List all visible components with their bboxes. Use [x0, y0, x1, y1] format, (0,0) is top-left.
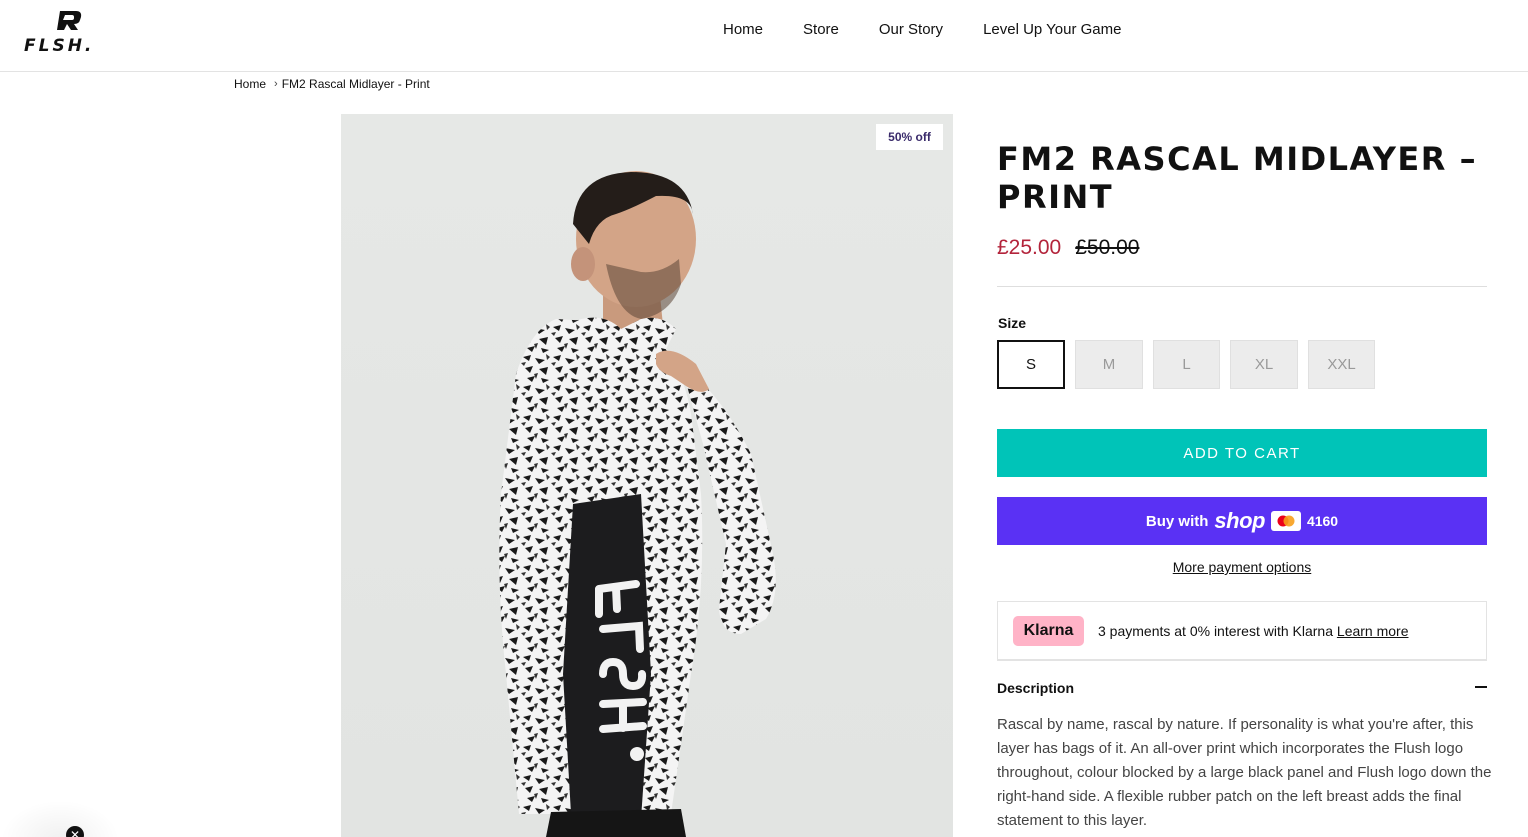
logo-wordmark: FLSH.: [24, 36, 95, 56]
nav-home[interactable]: Home: [723, 21, 763, 39]
breadcrumb: Home › FM2 Rascal Midlayer - Print: [234, 77, 430, 91]
size-option-xxl[interactable]: XXL: [1308, 340, 1375, 389]
size-option-xl[interactable]: XL: [1230, 340, 1298, 389]
card-digits: 4160: [1306, 513, 1339, 529]
breadcrumb-current: FM2 Rascal Midlayer - Print: [281, 77, 430, 91]
description-heading[interactable]: Description: [997, 680, 1074, 696]
divider: [997, 286, 1487, 287]
add-to-cart-button[interactable]: ADD TO CART: [997, 429, 1487, 477]
klarna-learn-more-link[interactable]: Learn more: [1337, 623, 1409, 639]
description-text: Rascal by name, rascal by nature. If per…: [997, 716, 1492, 829]
size-option-l[interactable]: L: [1153, 340, 1220, 389]
size-selector: S M L XL XXL: [997, 340, 1385, 389]
product-title: FM2 RASCAL MIDLAYER – PRINT: [997, 140, 1478, 216]
product-image[interactable]: 50% off: [341, 114, 953, 837]
main-nav: Home Store Our Story Level Up Your Game: [723, 21, 1161, 39]
close-icon[interactable]: ✕: [66, 826, 84, 837]
size-option-m[interactable]: M: [1075, 340, 1143, 389]
chevron-right-icon: ›: [274, 78, 278, 90]
more-payment-options-link[interactable]: More payment options: [997, 559, 1487, 575]
size-option-s[interactable]: S: [997, 340, 1065, 389]
brand-logo[interactable]: FLSH.: [24, 10, 116, 56]
klarna-box: Klarna 3 payments at 0% interest with Kl…: [997, 601, 1487, 661]
klarna-text: 3 payments at 0% interest with Klarna: [1098, 622, 1334, 639]
chat-widget[interactable]: [0, 800, 120, 837]
nav-level-up[interactable]: Level Up Your Game: [983, 21, 1121, 39]
size-label: Size: [998, 315, 1027, 331]
mastercard-icon: [1270, 511, 1301, 531]
product-info: FM2 RASCAL MIDLAYER – PRINT £25.00 £50.0…: [997, 140, 1492, 829]
shop-pay-button[interactable]: Buy with shop 4160: [997, 497, 1487, 545]
minus-icon[interactable]: [1475, 686, 1487, 688]
original-price: £50.00: [1075, 236, 1140, 259]
klarna-message: 3 payments at 0% interest with Klarna Le…: [1098, 623, 1409, 639]
product-photo: [499, 171, 776, 837]
shop-pay-logo: shop: [1214, 508, 1265, 533]
nav-our-story[interactable]: Our Story: [879, 21, 943, 39]
shop-pay-prefix: Buy with: [1145, 512, 1209, 530]
price-row: £25.00 £50.00: [997, 236, 1139, 260]
klarna-logo: Klarna: [1013, 615, 1084, 646]
logo-mark-icon: [57, 11, 82, 30]
discount-badge: 50% off: [876, 124, 943, 150]
site-header: FLSH. Home Store Our Story Level Up Your…: [0, 0, 1528, 72]
breadcrumb-home[interactable]: Home: [234, 77, 266, 91]
nav-store[interactable]: Store: [803, 21, 839, 39]
sale-price: £25.00: [997, 236, 1062, 259]
